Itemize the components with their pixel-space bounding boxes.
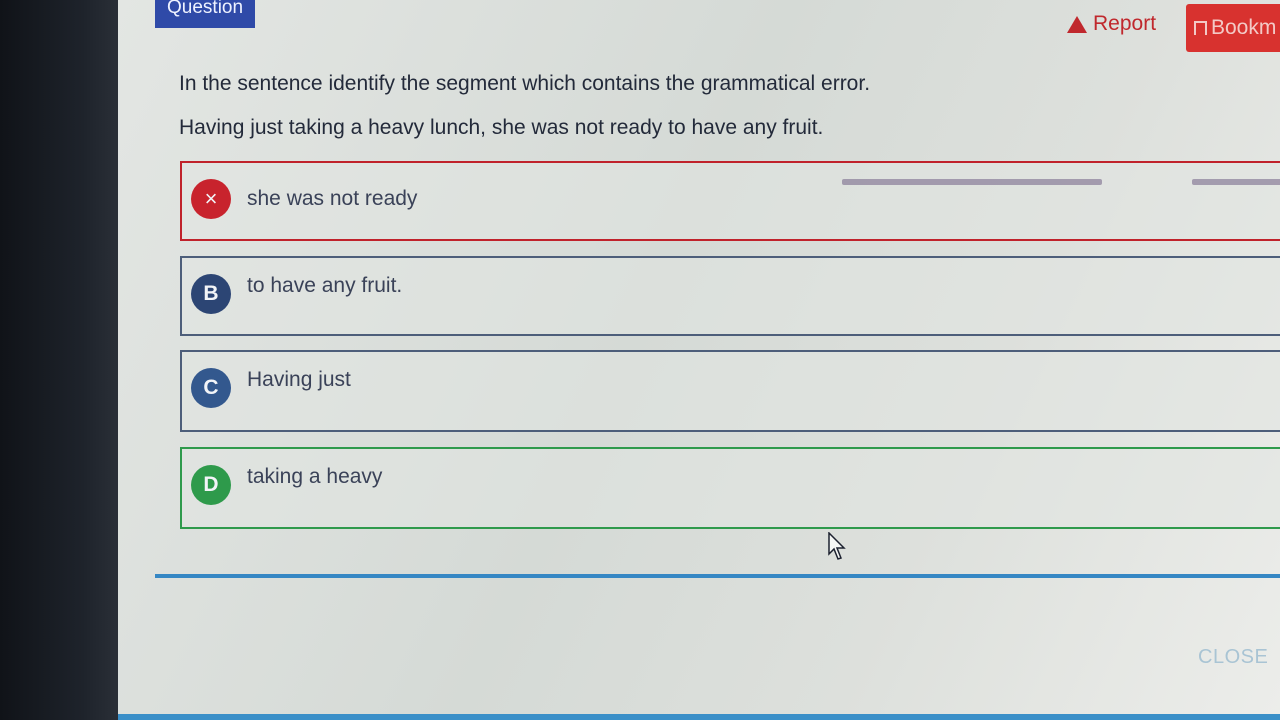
question-prompt: In the sentence identify the segment whi… [179, 72, 871, 95]
incorrect-x-icon: × [191, 179, 231, 219]
option-b-badge: B [191, 274, 231, 314]
option-a[interactable]: × she was not ready [180, 161, 1280, 241]
option-c-text: Having just [247, 368, 351, 391]
option-d[interactable]: D taking a heavy [180, 447, 1280, 529]
question-sentence: Having just taking a heavy lunch, she wa… [179, 116, 824, 139]
section-divider [155, 574, 1280, 578]
screen-artifact [1192, 179, 1280, 185]
screen-artifact [842, 179, 1102, 185]
mouse-cursor-icon [828, 532, 846, 560]
option-c-badge: C [191, 368, 231, 408]
bookmark-button[interactable]: Bookm [1186, 4, 1280, 52]
monitor-bezel [0, 0, 118, 720]
warning-icon [1067, 15, 1087, 33]
option-a-text: she was not ready [247, 187, 418, 210]
bookmark-icon [1194, 21, 1207, 35]
option-c[interactable]: C Having just [180, 350, 1280, 432]
question-tab: Question [155, 0, 256, 28]
question-card: Question Report Bookm In the sentence id… [155, 0, 1280, 580]
screen-bottom-edge [118, 714, 1280, 720]
report-label: Report [1093, 12, 1157, 35]
bookmark-label: Bookm [1211, 16, 1277, 39]
option-d-badge: D [191, 465, 231, 505]
option-d-text: taking a heavy [247, 465, 383, 488]
close-button[interactable]: CLOSE [1198, 646, 1268, 669]
screen: Question Report Bookm In the sentence id… [118, 0, 1280, 720]
option-b-text: to have any fruit. [247, 274, 403, 297]
option-b[interactable]: B to have any fruit. [180, 256, 1280, 336]
report-button[interactable]: Report [1067, 12, 1156, 36]
